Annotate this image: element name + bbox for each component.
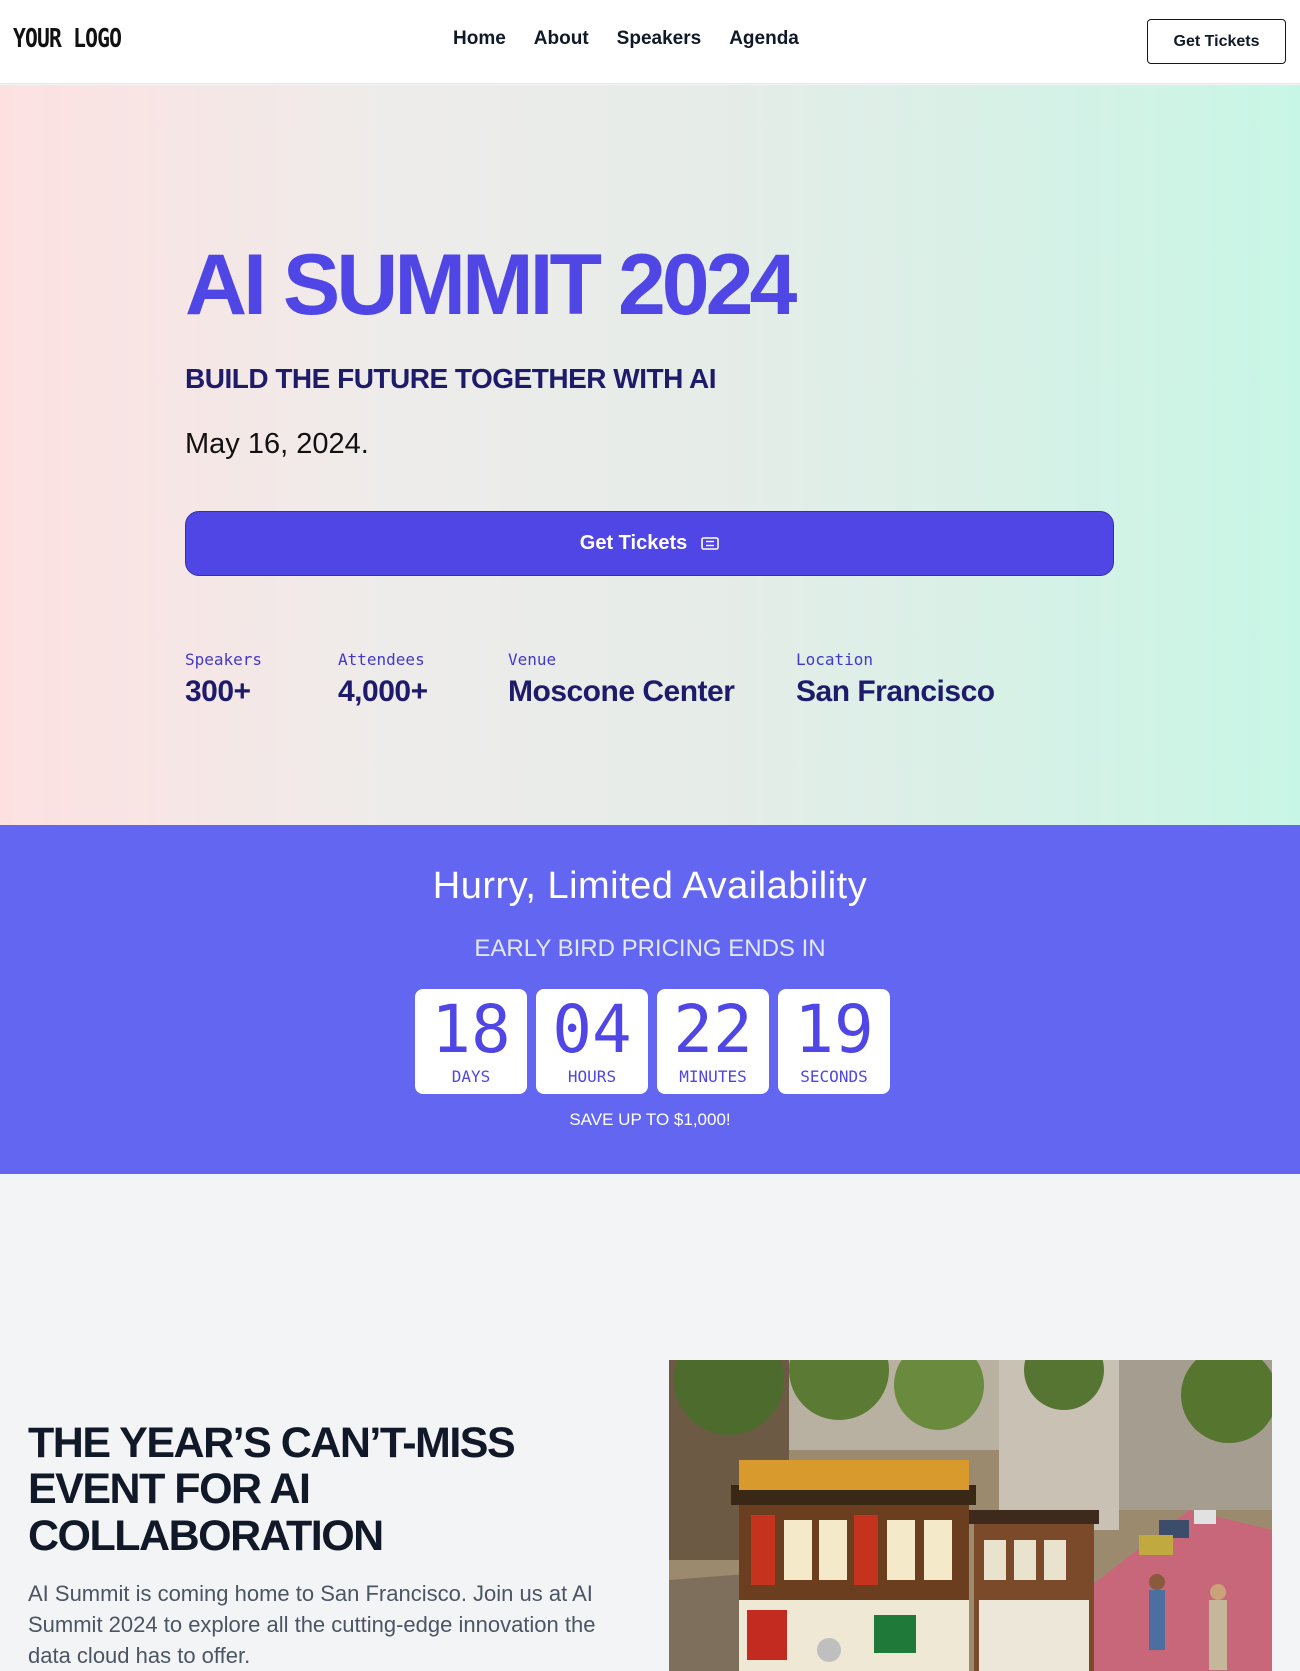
stat-value: Moscone Center bbox=[508, 675, 735, 708]
countdown-value: 18 bbox=[431, 991, 511, 1068]
hero-subtitle: BUILD THE FUTURE TOGETHER WITH AI bbox=[185, 363, 717, 394]
countdown-value: 22 bbox=[673, 991, 753, 1068]
countdown-subtitle: EARLY BIRD PRICING ENDS IN bbox=[474, 935, 826, 962]
ticket-icon bbox=[701, 537, 720, 550]
countdown-hours: 04 HOURS bbox=[536, 989, 648, 1094]
cable-car-photo bbox=[669, 1360, 1272, 1671]
countdown-label: HOURS bbox=[567, 1067, 617, 1086]
hero-title: AI SUMMIT 2024 bbox=[185, 237, 797, 333]
stat-label: Attendees bbox=[338, 650, 425, 669]
about-title: THE YEAR’S CAN’T-MISS EVENT FOR AI COLLA… bbox=[28, 1419, 516, 1560]
nav-about[interactable]: About bbox=[534, 28, 589, 50]
hero-cta-label: Get Tickets bbox=[579, 532, 688, 554]
countdown-value: 04 bbox=[552, 991, 632, 1068]
stat-label: Speakers bbox=[185, 650, 263, 669]
countdown-value: 19 bbox=[794, 991, 874, 1068]
savings-note: SAVE UP TO $1,000! bbox=[569, 1110, 731, 1129]
nav-home[interactable]: Home bbox=[453, 28, 506, 50]
stat-attendees: Attendees 4,000+ bbox=[338, 650, 428, 709]
stat-value: 4,000+ bbox=[338, 675, 428, 708]
stat-location: Location San Francisco bbox=[796, 650, 995, 709]
nav-agenda[interactable]: Agenda bbox=[729, 28, 799, 50]
countdown-title: Hurry, Limited Availability bbox=[432, 865, 868, 907]
stat-label: Location bbox=[796, 650, 874, 669]
stat-value: San Francisco bbox=[796, 675, 995, 708]
nav-speakers[interactable]: Speakers bbox=[617, 28, 702, 50]
stat-venue: Venue Moscone Center bbox=[508, 650, 735, 709]
logo[interactable]: YOUR LOGO bbox=[13, 24, 122, 54]
countdown-timer: 18 DAYS 04 HOURS 22 MINUTES 19 SECONDS bbox=[415, 989, 890, 1094]
stat-label: Venue bbox=[508, 650, 557, 669]
countdown-days: 18 DAYS bbox=[415, 989, 527, 1094]
countdown-seconds: 19 SECONDS bbox=[778, 989, 890, 1094]
countdown-minutes: 22 MINUTES bbox=[657, 989, 769, 1094]
site-header: YOUR LOGO Home About Speakers Agenda Get… bbox=[0, 0, 1300, 84]
about-text: AI Summit is coming home to San Francisc… bbox=[28, 1581, 596, 1669]
stat-speakers: Speakers 300+ bbox=[185, 650, 262, 709]
countdown-label: DAYS bbox=[451, 1067, 491, 1086]
countdown-section: Hurry, Limited Availability EARLY BIRD P… bbox=[0, 825, 1300, 1174]
countdown-label: SECONDS bbox=[800, 1067, 868, 1086]
hero-section: AI SUMMIT 2024 BUILD THE FUTURE TOGETHER… bbox=[0, 85, 1300, 825]
event-date: May 16, 2024. bbox=[185, 428, 369, 460]
countdown-label: MINUTES bbox=[679, 1067, 747, 1086]
stat-value: 300+ bbox=[185, 675, 251, 708]
main-nav: Home About Speakers Agenda bbox=[453, 28, 799, 50]
header-get-tickets-button[interactable]: Get Tickets bbox=[1147, 19, 1286, 64]
hero-get-tickets-button[interactable]: Get Tickets bbox=[185, 511, 1114, 576]
cable-car-illustration bbox=[669, 1360, 1272, 1671]
